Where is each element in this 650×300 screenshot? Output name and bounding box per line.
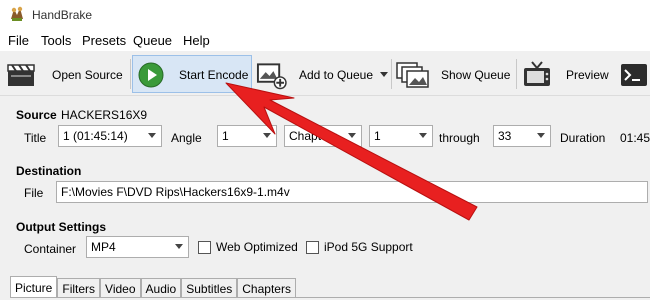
menu-bar: File Tools Presets Queue Help (0, 30, 650, 51)
container-select-value: MP4 (91, 240, 116, 254)
show-queue-icon (396, 61, 429, 88)
range-mode-value: Chapters (289, 129, 338, 143)
tab-filters[interactable]: Filters (57, 278, 101, 298)
menu-queue[interactable]: Queue (133, 33, 172, 48)
range-start-value: 1 (374, 129, 381, 143)
duration-value: 01:45: (620, 131, 650, 145)
window-title: HandBrake (32, 8, 93, 22)
range-start-select[interactable]: 1 (369, 125, 433, 147)
menu-help[interactable]: Help (183, 33, 210, 48)
add-to-queue-icon (256, 62, 287, 89)
title-bar: HandBrake (0, 0, 650, 30)
file-label: File (24, 186, 44, 200)
add-to-queue-label: Add to Queue (298, 67, 373, 82)
chevron-down-icon (348, 133, 356, 138)
source-name: HACKERS16X9 (61, 108, 148, 122)
activity-log-button[interactable] (620, 53, 650, 96)
chevron-down-icon (419, 133, 427, 138)
tab-audio[interactable]: Audio (140, 278, 182, 298)
preview-label: Preview (566, 67, 609, 82)
chevron-down-icon[interactable] (380, 72, 388, 77)
range-end-select[interactable]: 33 (493, 125, 551, 147)
title-select-value: 1 (01:45:14) (63, 129, 128, 143)
chevron-down-icon (537, 133, 545, 138)
web-optimized-checkbox[interactable] (198, 241, 211, 254)
container-select[interactable]: MP4 (86, 236, 189, 258)
container-label: Container (24, 242, 77, 256)
menu-tools[interactable]: Tools (41, 33, 71, 48)
ipod-support-label: iPod 5G Support (324, 240, 413, 254)
menu-file[interactable]: File (8, 33, 29, 48)
angle-select-value: 1 (222, 129, 229, 143)
range-end-value: 33 (498, 129, 512, 143)
clapperboard-icon (7, 63, 35, 86)
add-to-queue-button[interactable]: Add to Queue (256, 53, 388, 96)
destination-file-value: F:\Movies F\DVD Rips\Hackers16x9-1.m4v (61, 185, 290, 199)
toolbar-separator (391, 59, 392, 89)
destination-heading: Destination (16, 164, 82, 178)
open-source-button[interactable]: Open Source (6, 53, 126, 96)
destination-file-input[interactable]: F:\Movies F\DVD Rips\Hackers16x9-1.m4v (56, 181, 648, 203)
show-queue-label: Show Queue (441, 67, 511, 82)
start-encode-button[interactable]: Start Encode (138, 53, 250, 96)
start-encode-label: Start Encode (179, 67, 249, 82)
ipod-support-checkbox[interactable] (306, 241, 319, 254)
tab-picture[interactable]: Picture (10, 276, 58, 298)
tab-subtitles[interactable]: Subtitles (181, 278, 238, 298)
terminal-icon (621, 63, 647, 86)
chevron-down-icon (175, 244, 183, 249)
preview-button[interactable]: Preview (522, 53, 612, 96)
angle-select[interactable]: 1 (217, 125, 277, 147)
open-source-label: Open Source (52, 67, 123, 82)
menu-presets[interactable]: Presets (82, 33, 126, 48)
toolbar: Open Source Start Encode Add to Queue Sh… (0, 53, 650, 96)
toolbar-separator (130, 59, 131, 89)
title-label: Title (24, 131, 47, 145)
output-settings-heading: Output Settings (16, 220, 106, 234)
title-select[interactable]: 1 (01:45:14) (58, 125, 162, 147)
through-label: through (439, 131, 480, 145)
toolbar-separator (516, 59, 517, 89)
tab-baseline (10, 297, 650, 298)
range-mode-select[interactable]: Chapters (284, 125, 362, 147)
tab-video[interactable]: Video (100, 278, 141, 298)
duration-label: Duration (560, 131, 606, 145)
play-icon (138, 62, 164, 87)
web-optimized-label: Web Optimized (216, 240, 298, 254)
chevron-down-icon (148, 133, 156, 138)
angle-label: Angle (171, 131, 202, 145)
handbrake-logo-icon (11, 6, 23, 21)
chevron-down-icon (263, 133, 271, 138)
source-heading: Source (16, 108, 57, 122)
tab-chapters[interactable]: Chapters (237, 278, 296, 298)
tv-icon (524, 60, 550, 86)
show-queue-button[interactable]: Show Queue (396, 53, 512, 96)
